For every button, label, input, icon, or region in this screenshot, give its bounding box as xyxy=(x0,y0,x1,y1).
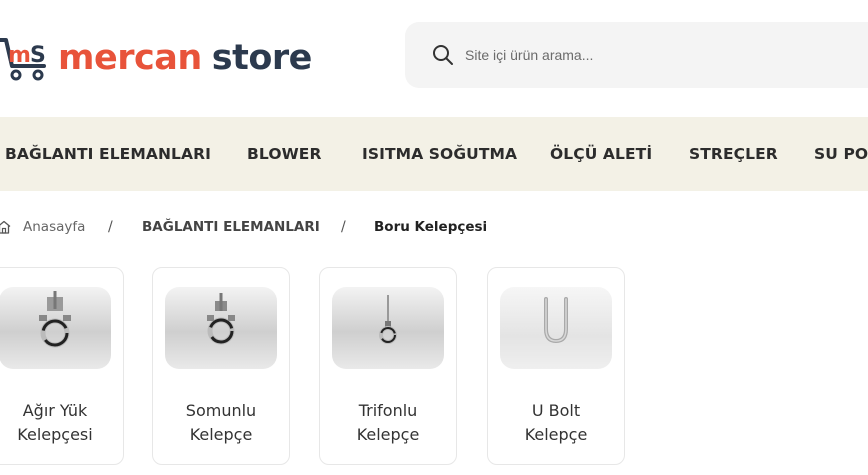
nav-item-su-po[interactable]: SU PO xyxy=(814,145,868,163)
category-name-line: Kelepçe xyxy=(189,425,253,444)
svg-text:m: m xyxy=(8,43,31,68)
category-card-somunlu[interactable]: Somunlu Kelepçe xyxy=(152,267,290,465)
nav-item-strecler[interactable]: STREÇLER xyxy=(689,145,778,163)
category-name: Trifonlu Kelepçe xyxy=(320,399,456,447)
breadcrumb-home[interactable]: Anasayfa xyxy=(23,219,85,235)
category-name: U Bolt Kelepçe xyxy=(488,399,624,447)
category-name-line: Ağır Yük xyxy=(22,401,88,420)
breadcrumb-current: Boru Kelepçesi xyxy=(374,219,488,235)
category-name-line: Kelepçesi xyxy=(17,425,93,444)
brand-word-1: mercan xyxy=(58,38,202,78)
cart-logo-icon: m S xyxy=(0,38,46,81)
category-card-agir-yuk[interactable]: Ağır Yük Kelepçesi xyxy=(0,267,124,465)
nav-item-isitma-sogutma[interactable]: ISITMA SOĞUTMA xyxy=(362,145,517,163)
header: m S mercan store xyxy=(0,0,868,117)
u-bolt-icon xyxy=(544,297,568,344)
category-name: Ağır Yük Kelepçesi xyxy=(0,399,123,447)
search-icon[interactable] xyxy=(431,43,455,67)
nav-item-blower[interactable]: BLOWER xyxy=(247,145,322,163)
search-input[interactable] xyxy=(463,46,827,64)
category-image xyxy=(165,287,277,369)
category-image xyxy=(0,287,111,369)
category-name-line: Kelepçe xyxy=(524,425,588,444)
nav-item-olcu-aleti[interactable]: ÖLÇÜ ALETİ xyxy=(550,145,652,163)
category-name-line: Somunlu xyxy=(185,401,257,420)
pipe-clamp-rod-icon xyxy=(379,295,397,344)
search-bar[interactable] xyxy=(405,22,868,88)
svg-text:S: S xyxy=(30,43,46,68)
category-name: Somunlu Kelepçe xyxy=(153,399,289,447)
pipe-clamp-heavy-icon xyxy=(39,291,71,348)
category-name-line: Kelepçe xyxy=(356,425,420,444)
category-name-line: U Bolt xyxy=(531,401,581,420)
category-card-u-bolt[interactable]: U Bolt Kelepçe xyxy=(487,267,625,465)
pipe-clamp-nut-icon xyxy=(207,293,235,345)
brand-word-2: store xyxy=(211,38,313,78)
logo[interactable]: m S mercan store xyxy=(0,30,312,86)
main-nav: BAĞLANTI ELEMANLARI BLOWER ISITMA SOĞUTM… xyxy=(0,117,868,191)
category-image xyxy=(500,287,612,369)
nav-item-baglanti-elemanlari[interactable]: BAĞLANTI ELEMANLARI xyxy=(5,145,211,163)
brand-name: mercan store xyxy=(58,38,312,78)
breadcrumb-category[interactable]: BAĞLANTI ELEMANLARI xyxy=(142,219,320,235)
category-image xyxy=(332,287,444,369)
breadcrumb-separator: / xyxy=(108,219,113,235)
category-card-trifonlu[interactable]: Trifonlu Kelepçe xyxy=(319,267,457,465)
home-icon[interactable] xyxy=(0,219,12,235)
category-name-line: Trifonlu xyxy=(358,401,418,420)
breadcrumb-separator: / xyxy=(341,219,346,235)
breadcrumb: Anasayfa / BAĞLANTI ELEMANLARI / Boru Ke… xyxy=(0,216,868,240)
